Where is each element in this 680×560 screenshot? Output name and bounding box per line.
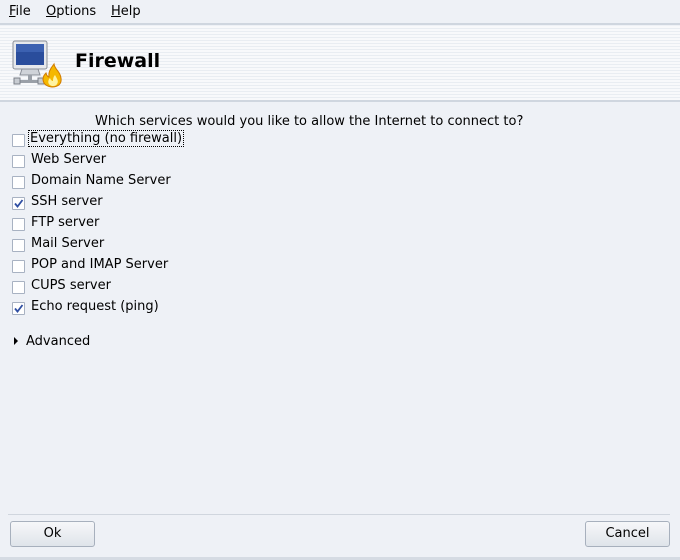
checkbox-unchecked[interactable] (12, 239, 25, 252)
advanced-label: Advanced (26, 334, 91, 349)
service-label: CUPS server (31, 278, 111, 293)
check-mark-icon (14, 199, 24, 208)
menubar: File Options Help (0, 0, 680, 25)
checkbox-checked[interactable] (12, 302, 25, 315)
service-label: Everything (no firewall) (27, 130, 185, 147)
menu-help[interactable]: Help (111, 4, 141, 19)
service-label: SSH server (31, 194, 103, 209)
service-label: FTP server (31, 215, 100, 230)
service-label: Domain Name Server (31, 173, 171, 188)
checkbox-unchecked[interactable] (12, 260, 25, 273)
footer-separator (8, 514, 670, 515)
checkbox-unchecked[interactable] (12, 281, 25, 294)
service-label: POP and IMAP Server (31, 257, 169, 272)
checkbox-checked[interactable] (12, 197, 25, 210)
cancel-button[interactable]: Cancel (585, 521, 670, 547)
menu-options[interactable]: Options (46, 4, 96, 19)
page-title: Firewall (75, 50, 161, 72)
ok-button[interactable]: Ok (10, 521, 95, 547)
service-label: Mail Server (31, 236, 105, 251)
menu-file[interactable]: File (9, 4, 31, 19)
checkbox-unchecked[interactable] (12, 134, 25, 147)
checkbox-unchecked[interactable] (12, 155, 25, 168)
expand-triangle-icon (14, 337, 18, 345)
checkbox-unchecked[interactable] (12, 176, 25, 189)
question-label: Which services would you like to allow t… (95, 114, 524, 129)
checkbox-unchecked[interactable] (12, 218, 25, 231)
service-label: Echo request (ping) (31, 299, 159, 314)
firewall-computer-icon (12, 40, 62, 88)
check-mark-icon (14, 304, 24, 313)
header-banner: Firewall (0, 26, 680, 102)
service-label: Web Server (31, 152, 107, 167)
